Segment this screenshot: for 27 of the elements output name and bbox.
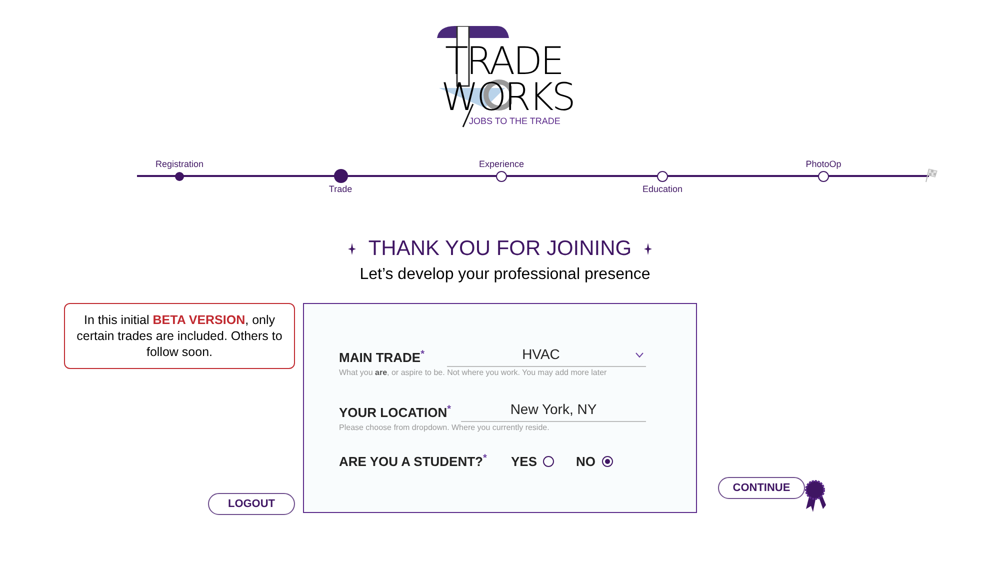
- step-label: Trade: [328, 185, 352, 194]
- continue-button[interactable]: CONTINUE: [718, 477, 805, 499]
- step-label: Registration: [155, 160, 204, 169]
- step-label: Education: [642, 185, 683, 194]
- radio-button[interactable]: [602, 456, 613, 468]
- field-hint: What you are, or aspire to be. Not where you work. You may add more later: [339, 367, 608, 379]
- radio-button[interactable]: [543, 456, 554, 468]
- logo-tagline: JOBS TO THE TRADE: [469, 117, 560, 126]
- field-label: ARE YOU A STUDENT?$^{*}$: [339, 452, 488, 471]
- field-label: YOUR LOCATION$^{*}$: [339, 402, 452, 422]
- checkered-flag-icon: [923, 167, 939, 183]
- logout-button[interactable]: LOGOUT: [208, 493, 295, 515]
- logo-text: WORKS: [441, 78, 574, 116]
- page-title: THANK YOU FOR JOINING: [368, 238, 632, 259]
- radio-option[interactable]: YES: [511, 452, 554, 472]
- chevron-down-icon: [635, 352, 644, 358]
- step-label: PhotoOp: [806, 160, 842, 169]
- beta-notice: In this initial BETA VERSION, only certain trades are included. Others to follow soon.: [64, 303, 295, 369]
- location-field[interactable]: New York, NY: [461, 399, 646, 422]
- sparkle-icon: [348, 242, 356, 254]
- trade-dropdown[interactable]: HVAC: [447, 344, 646, 367]
- field-label: MAIN TRADE$^{*}$: [339, 348, 426, 366]
- step-label: Experience: [478, 160, 524, 169]
- page-subtitle: Let’s develop your professional presence: [358, 265, 650, 285]
- radio-option[interactable]: NO: [576, 452, 613, 472]
- sparkle-icon: [644, 242, 652, 254]
- field-hint: Please choose from dropdown. Where you currently reside.: [339, 422, 550, 434]
